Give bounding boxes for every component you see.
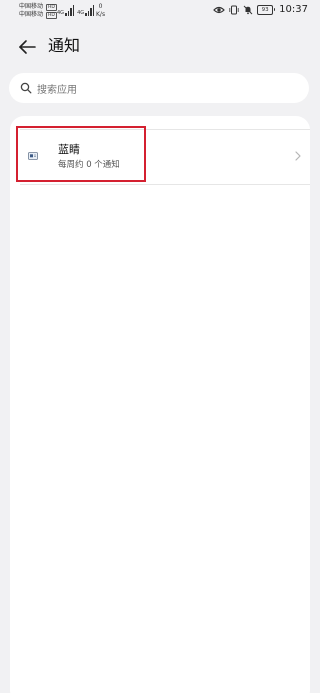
mute-bell-icon	[243, 5, 253, 14]
speed-unit: K/s	[96, 11, 106, 18]
app-list-card: 蓝睛 每周约 0 个通知	[10, 116, 310, 693]
carrier-1-label: 中国移动	[19, 3, 44, 10]
search-placeholder: 搜索应用	[37, 84, 77, 96]
back-arrow-icon	[19, 40, 36, 54]
search-icon	[20, 82, 32, 94]
hd-badge: HD	[46, 3, 57, 11]
app-icon	[28, 152, 38, 160]
network-speed: 0 K/s	[96, 3, 105, 19]
chevron-right-icon	[295, 151, 301, 161]
status-bar: 中国移动 HD 中国移动 HD 4G 4G 0 K/s 93 10:37	[0, 0, 320, 26]
notification-settings-screen: 中国移动 HD 中国移动 HD 4G 4G 0 K/s 93 10:37 通知 …	[0, 0, 320, 693]
back-button[interactable]	[14, 34, 40, 60]
status-time: 10:37	[279, 4, 308, 15]
signal-bars-icon	[85, 4, 95, 16]
app-name: 蓝睛	[58, 143, 80, 156]
speed-value: 0	[98, 3, 103, 10]
app-header: 通知	[0, 30, 320, 62]
signal-indicators: 4G 4G	[57, 4, 95, 16]
app-item-lanjing[interactable]: 蓝睛 每周约 0 个通知	[10, 126, 310, 184]
system-icons: 93 10:37	[213, 4, 308, 15]
signal-bars-icon	[65, 4, 75, 16]
battery-level: 93	[257, 4, 274, 15]
carrier-info: 中国移动 HD 中国移动 HD	[19, 3, 57, 19]
page-title: 通知	[48, 36, 81, 55]
battery-icon: 93	[257, 4, 276, 15]
vibrate-icon	[229, 5, 239, 14]
search-input[interactable]: 搜索应用	[9, 73, 309, 103]
network-type-label: 4G	[57, 10, 65, 16]
hd-badge: HD	[46, 11, 57, 19]
app-notification-frequency: 每周约 0 个通知	[58, 160, 120, 170]
carrier-2-label: 中国移动	[19, 11, 44, 18]
network-type-label: 4G	[77, 10, 85, 16]
eye-comfort-icon	[213, 6, 226, 13]
divider	[20, 184, 310, 185]
